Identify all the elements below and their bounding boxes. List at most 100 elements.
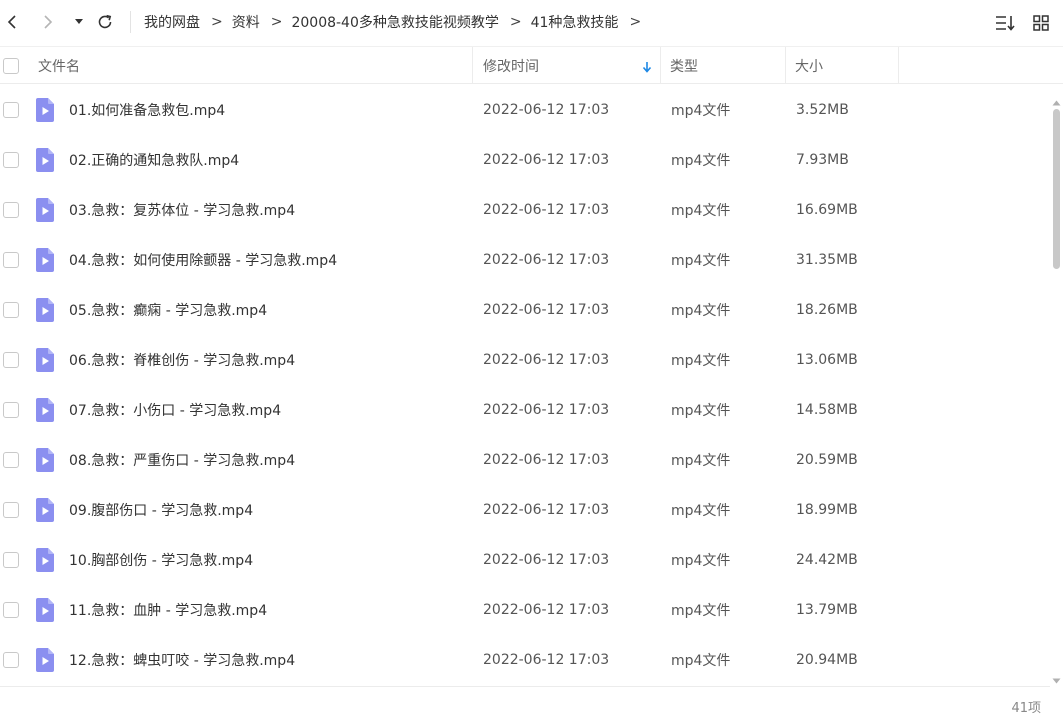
file-name[interactable]: 08.急救：严重伤口 - 学习急救.mp4 <box>69 435 295 485</box>
row-checkbox[interactable] <box>3 602 19 618</box>
file-size: 7.93MB <box>796 152 849 168</box>
file-size: 16.69MB <box>796 202 858 218</box>
breadcrumb-separator: > <box>509 14 522 30</box>
column-divider[interactable] <box>660 47 661 84</box>
file-size: 18.26MB <box>796 302 858 318</box>
column-type-header[interactable]: 类型 <box>670 47 698 84</box>
file-type: mp4文件 <box>671 353 731 369</box>
file-type: mp4文件 <box>671 253 731 269</box>
file-name[interactable]: 04.急救：如何使用除颤器 - 学习急救.mp4 <box>69 235 337 285</box>
breadcrumb-separator: > <box>270 14 283 30</box>
row-checkbox[interactable] <box>3 202 19 218</box>
file-type: mp4文件 <box>671 153 731 169</box>
file-modified-time: 2022-06-12 17:03 <box>483 452 610 468</box>
table-row[interactable]: 03.急救：复苏体位 - 学习急救.mp4 2022-06-12 17:03 mp4… <box>0 185 1050 235</box>
file-name[interactable]: 06.急救：脊椎创伤 - 学习急救.mp4 <box>69 335 295 385</box>
table-row[interactable]: 07.急救：小伤口 - 学习急救.mp4 2022-06-12 17:03 mp4文… <box>0 385 1050 435</box>
file-size: 13.06MB <box>796 352 858 368</box>
row-checkbox[interactable] <box>3 452 19 468</box>
file-type: mp4文件 <box>671 403 731 419</box>
vertical-scrollbar[interactable] <box>1050 85 1063 685</box>
column-size-header[interactable]: 大小 <box>795 47 823 84</box>
file-type: mp4文件 <box>671 603 731 619</box>
file-size: 18.99MB <box>796 502 858 518</box>
scroll-down-icon[interactable] <box>1052 669 1061 688</box>
video-file-icon <box>34 148 56 172</box>
file-modified-time: 2022-06-12 17:03 <box>483 202 610 218</box>
item-count: 41项 <box>1011 701 1041 716</box>
row-checkbox[interactable] <box>3 502 19 518</box>
row-checkbox[interactable] <box>3 552 19 568</box>
video-file-icon <box>34 298 56 322</box>
scrollbar-thumb[interactable] <box>1053 109 1060 269</box>
table-row[interactable]: 09.腹部伤口 - 学习急救.mp4 2022-06-12 17:03 mp4文件 1… <box>0 485 1050 535</box>
row-checkbox[interactable] <box>3 302 19 318</box>
file-name[interactable]: 07.急救：小伤口 - 学习急救.mp4 <box>69 385 281 435</box>
file-name[interactable]: 02.正确的通知急救队.mp4 <box>69 135 239 185</box>
file-name[interactable]: 11.急救：血肿 - 学习急救.mp4 <box>69 585 267 635</box>
scroll-up-icon[interactable] <box>1052 91 1061 110</box>
row-checkbox[interactable] <box>3 352 19 368</box>
column-divider[interactable] <box>898 47 899 84</box>
file-name[interactable]: 03.急救：复苏体位 - 学习急救.mp4 <box>69 185 295 235</box>
breadcrumb-item-my-drive[interactable]: 我的网盘 <box>144 12 200 32</box>
file-modified-time: 2022-06-12 17:03 <box>483 552 610 568</box>
footer-divider <box>0 686 1050 687</box>
breadcrumb-item-materials[interactable]: 资料 <box>232 12 260 32</box>
file-size: 14.58MB <box>796 402 858 418</box>
file-modified-time: 2022-06-12 17:03 <box>483 252 610 268</box>
arrow-down-icon <box>641 59 653 78</box>
video-file-icon <box>34 598 56 622</box>
file-size: 13.79MB <box>796 602 858 618</box>
select-all-checkbox[interactable] <box>3 58 19 74</box>
video-file-icon <box>34 348 56 372</box>
table-row[interactable]: 06.急救：脊椎创伤 - 学习急救.mp4 2022-06-12 17:03 mp4… <box>0 335 1050 385</box>
file-name[interactable]: 10.胸部创伤 - 学习急救.mp4 <box>69 535 253 585</box>
table-row[interactable]: 12.急救：蜱虫叮咬 - 学习急救.mp4 2022-06-12 17:03 mp4… <box>0 635 1050 685</box>
column-name-header[interactable]: 文件名 <box>38 47 80 84</box>
column-divider[interactable] <box>785 47 786 84</box>
navigation-bar: 我的网盘 > 资料 > 20008-40多种急救技能视频教学 > 41种急救技能… <box>0 0 1063 44</box>
table-row[interactable]: 04.急救：如何使用除颤器 - 学习急救.mp4 2022-06-12 17:03… <box>0 235 1050 285</box>
chevron-right-icon[interactable] <box>36 10 60 34</box>
video-file-icon <box>34 398 56 422</box>
breadcrumb-item-course-folder[interactable]: 20008-40多种急救技能视频教学 <box>291 12 498 32</box>
column-divider[interactable] <box>472 47 473 84</box>
file-name[interactable]: 09.腹部伤口 - 学习急救.mp4 <box>69 485 253 535</box>
caret-down-icon[interactable] <box>67 10 91 34</box>
table-row[interactable]: 08.急救：严重伤口 - 学习急救.mp4 2022-06-12 17:03 mp4… <box>0 435 1050 485</box>
breadcrumb-separator[interactable]: > <box>629 14 641 30</box>
row-checkbox[interactable] <box>3 652 19 668</box>
table-row[interactable]: 11.急救：血肿 - 学习急救.mp4 2022-06-12 17:03 mp4文件… <box>0 585 1050 635</box>
file-name[interactable]: 05.急救：癫痫 - 学习急救.mp4 <box>69 285 267 335</box>
grid-view-icon[interactable] <box>1029 11 1053 35</box>
row-checkbox[interactable] <box>3 402 19 418</box>
breadcrumb-item-current-folder[interactable]: 41种急救技能 <box>531 12 619 32</box>
file-type: mp4文件 <box>671 303 731 319</box>
file-size: 31.35MB <box>796 252 858 268</box>
file-type: mp4文件 <box>671 453 731 469</box>
refresh-icon[interactable] <box>93 10 117 34</box>
file-name[interactable]: 12.急救：蜱虫叮咬 - 学习急救.mp4 <box>69 635 295 685</box>
row-checkbox[interactable] <box>3 152 19 168</box>
nav-divider <box>130 11 131 33</box>
file-modified-time: 2022-06-12 17:03 <box>483 402 610 418</box>
file-modified-time: 2022-06-12 17:03 <box>483 652 610 668</box>
file-modified-time: 2022-06-12 17:03 <box>483 152 610 168</box>
row-checkbox[interactable] <box>3 102 19 118</box>
chevron-left-icon[interactable] <box>0 10 24 34</box>
column-time-header[interactable]: 修改时间 <box>483 47 539 84</box>
file-size: 20.59MB <box>796 452 858 468</box>
file-type: mp4文件 <box>671 653 731 669</box>
file-name[interactable]: 01.如何准备急救包.mp4 <box>69 85 225 135</box>
table-row[interactable]: 01.如何准备急救包.mp4 2022-06-12 17:03 mp4文件 3.52M… <box>0 85 1050 135</box>
table-row[interactable]: 10.胸部创伤 - 学习急救.mp4 2022-06-12 17:03 mp4文件 2… <box>0 535 1050 585</box>
table-row[interactable]: 02.正确的通知急救队.mp4 2022-06-12 17:03 mp4文件 7.93… <box>0 135 1050 185</box>
video-file-icon <box>34 248 56 272</box>
row-checkbox[interactable] <box>3 252 19 268</box>
file-modified-time: 2022-06-12 17:03 <box>483 102 610 118</box>
table-row[interactable]: 05.急救：癫痫 - 学习急救.mp4 2022-06-12 17:03 mp4文件… <box>0 285 1050 335</box>
video-file-icon <box>34 648 56 672</box>
sort-list-icon[interactable] <box>993 11 1017 35</box>
file-type: mp4文件 <box>671 503 731 519</box>
